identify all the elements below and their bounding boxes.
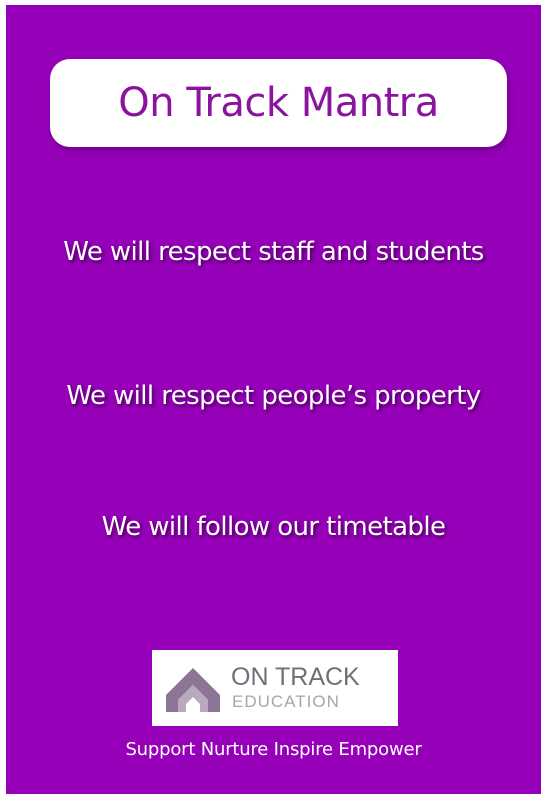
on-track-education-logo: ON TRACK EDUCATION — [152, 650, 398, 726]
mantra-respect-staff-students: We will respect staff and students — [63, 237, 484, 267]
logo-wordmark-on-track: ON TRACK — [231, 663, 360, 691]
chevron-arch-logo-icon — [166, 668, 220, 712]
tagline: Support Nurture Inspire Empower — [125, 739, 422, 760]
title-banner: On Track Mantra — [50, 59, 507, 147]
poster: On Track Mantra We will respect staff an… — [6, 5, 541, 794]
logo-wordmark-education: EDUCATION — [232, 692, 340, 711]
poster-title: On Track Mantra — [118, 80, 439, 126]
mantra-respect-property: We will respect people’s property — [66, 381, 481, 411]
mantra-follow-timetable: We will follow our timetable — [101, 512, 446, 542]
